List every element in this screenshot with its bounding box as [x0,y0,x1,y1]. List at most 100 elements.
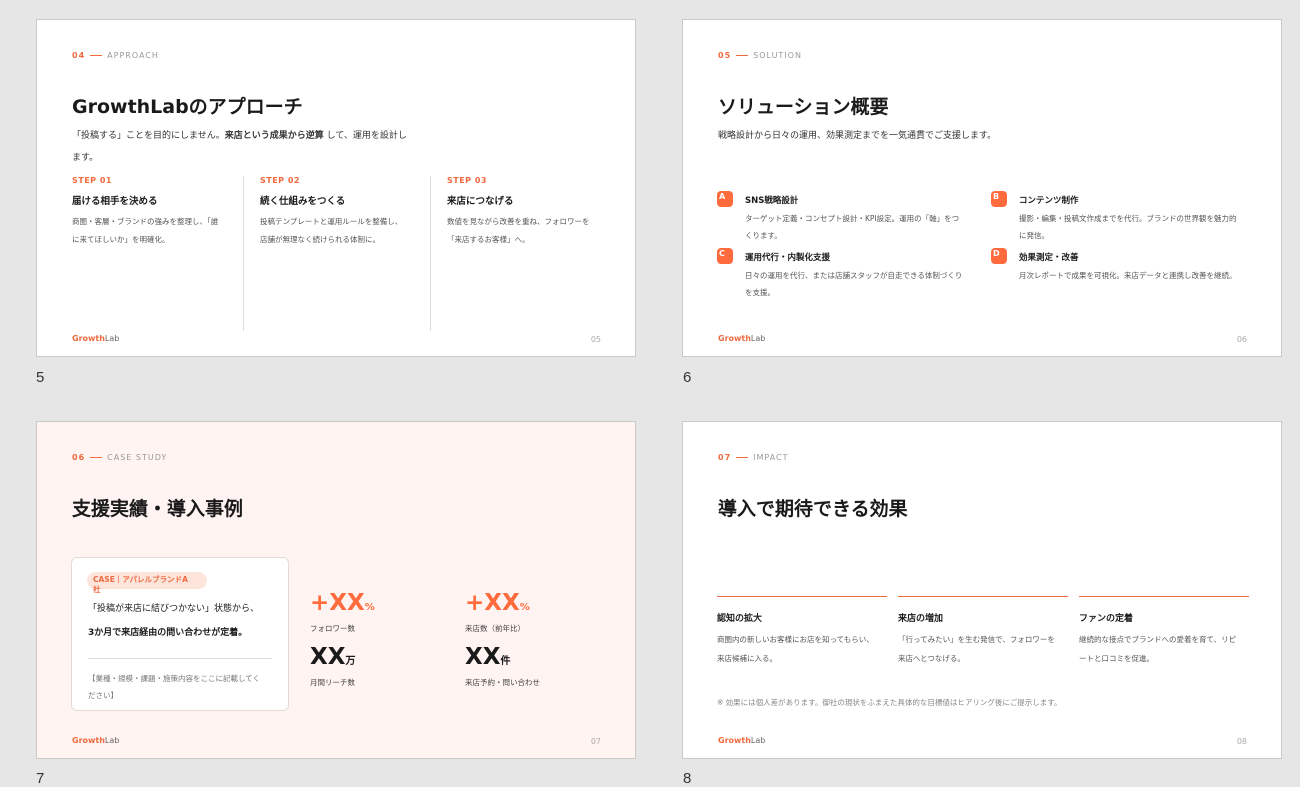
section-name: SOLUTION [753,51,802,60]
effect-text: 継続的な接点でブランドへの愛着を育て、リピ ートと口コミを促進。 [1079,630,1249,668]
page-number: 06 [1236,335,1247,344]
section-number: 07 [718,453,732,462]
kpi-label: フォロワー数 [310,624,355,633]
case-quote: 「投稿が来店に結びつかない」状態から、 [88,604,260,614]
section-label: 04 APPROACH [72,51,159,60]
solution-item-b: B コンテンツ制作 撮影・編集・投稿文作成までを代行。ブランドの世界観を魅力的に… [991,191,1246,244]
slide-thumbnail-8[interactable]: 07 IMPACT 導入で期待できる効果 認知の拡大 商圏内の新しいお客様にお店… [682,421,1282,759]
subtitle-text: 「投稿する」ことを目的にしません。 [72,131,225,141]
brand-growth: Growth [718,334,751,343]
solution-text: 撮影・編集・投稿文作成までを代行。ブランドの世界観を魅力的 に発信。 [1019,210,1246,244]
solution-heading: SNS戦略設計 [745,196,799,206]
page-number: 07 [590,737,601,746]
slide-thumbnail-7[interactable]: 06 CASE STUDY 支援実績・導入事例 CASE｜アパレルブランドA 社 … [36,421,636,759]
section-name: IMPACT [753,453,789,462]
solution-item-c: C 運用代行・内製化支援 日々の運用を代行、または店舗スタッフが自走できる体制づ… [717,248,972,301]
step-02: STEP 02 続く仕組みをつくる 投稿テンプレートと運用ルールを整備し、 店舗… [243,176,429,331]
step-label: STEP 01 [72,176,112,185]
section-name: CASE STUDY [107,453,168,462]
brand-logo: GrowthLab [72,334,119,343]
slide-subtitle: 戦略設計から日々の運用、効果測定までを一気通貫でご支援します。 [718,131,997,141]
step-text: 投稿テンプレートと運用ルールを整備し、 店舗が無理なく続けられる体制に。 [260,213,429,249]
brand-lab: Lab [104,334,120,343]
disclaimer: ※ 効果には個人差があります。御社の現状をふまえた具体的な目標値はヒアリング後に… [717,698,1062,707]
kpi-unit: % [364,602,375,613]
step-text-line: 投稿テンプレートと運用ルールを整備し、 [260,217,403,226]
solution-badge: B [991,191,1007,207]
kpi-label: 来店予約・問い合わせ [465,678,540,687]
thumbnail-number: 6 [683,369,692,386]
section-label: 06 CASE STUDY [72,453,167,462]
solution-badge: D [991,248,1007,264]
solution-badge: A [717,191,733,207]
kpi-label: 来店数（前年比） [465,624,525,633]
kpi-unit: 万 [345,656,356,667]
slide-subtitle: 「投稿する」ことを目的にしません。来店という成果から逆算 して、運用を設計し ま… [72,125,407,169]
step-03: STEP 03 来店につなげる 数値を見ながら改善を重ね、フォロワーを 「来店す… [430,176,610,331]
page-number: 05 [590,335,601,344]
effect-text: 商圏内の新しいお客様にお店を知ってもらい、 来店候補に入る。 [717,630,887,668]
section-name: APPROACH [107,51,159,60]
effect-text-line: 来店へとつなげる。 [898,654,965,663]
effect-awareness: 認知の拡大 商圏内の新しいお客様にお店を知ってもらい、 来店候補に入る。 [717,596,887,668]
step-text-line: 「来店するお客様」へ。 [447,235,530,244]
subtitle-text: して、運用を設計し [323,131,407,141]
kpi-value: +XX [465,590,520,616]
solution-heading: 効果測定・改善 [1019,253,1079,263]
effect-heading: ファンの定着 [1079,614,1134,624]
case-note-line: ださい】 [88,691,118,700]
case-tag: CASE｜アパレルブランドA 社 [87,572,207,594]
section-label: 05 SOLUTION [718,51,802,60]
section-label: 07 IMPACT [718,453,789,462]
slide-title: GrowthLabのアプローチ [72,96,303,118]
step-text-line: 店舗が無理なく続けられる体制に。 [260,235,380,244]
slide-thumbnail-5[interactable]: 04 APPROACH GrowthLabのアプローチ 「投稿する」ことを目的に… [36,19,636,357]
step-heading: 来店につなげる [447,196,514,207]
solution-item-d: D 効果測定・改善 月次レポートで成果を可視化。来店データと連携し改善を継続。 [991,248,1246,284]
solution-text-line: に発信。 [1019,231,1049,240]
effect-fans: ファンの定着 継続的な接点でブランドへの愛着を育て、リピ ートと口コミを促進。 [1079,596,1249,668]
brand-logo: GrowthLab [72,736,119,745]
kpi-reach: XX万 月間リーチ数 [310,644,355,688]
section-dash [736,457,749,458]
step-01: STEP 01 届ける相手を決める 商圏・客層・ブランドの強みを整理し、「誰 に… [72,176,242,331]
section-dash [90,457,103,458]
case-tag-line: CASE｜アパレルブランドA [93,575,188,584]
solution-text-line: 撮影・編集・投稿文作成までを代行。ブランドの世界観を魅力的 [1019,214,1237,223]
step-text: 数値を見ながら改善を重ね、フォロワーを 「来店するお客様」へ。 [447,213,610,249]
effect-text-line: 商圏内の新しいお客様にお店を知ってもらい、 [717,635,874,644]
section-number: 05 [718,51,732,60]
step-label: STEP 02 [260,176,300,185]
case-tag-line: 社 [93,585,101,594]
brand-lab: Lab [750,736,766,745]
slide-title: 支援実績・導入事例 [72,498,244,520]
case-card: CASE｜アパレルブランドA 社 「投稿が来店に結びつかない」状態から、 3か月で… [71,557,289,711]
effect-text-line: ートと口コミを促進。 [1079,654,1154,663]
kpi-unit: 件 [500,656,511,667]
effect-text: 「行ってみたい」を生む発信で、フォロワーを 来店へとつなげる。 [898,630,1068,668]
solution-heading: コンテンツ制作 [1019,196,1079,206]
brand-lab: Lab [104,736,120,745]
effect-text-line: 継続的な接点でブランドへの愛着を育て、リピ [1079,635,1237,644]
section-number: 04 [72,51,86,60]
kpi-unit: % [519,602,530,613]
brand-growth: Growth [72,736,105,745]
solution-text: 日々の運用を代行、または店舗スタッフが自走できる体制づくり を支援。 [745,267,972,301]
solution-text-line: を支援。 [745,288,775,297]
step-text-line: 商圏・客層・ブランドの強みを整理し、「誰 [72,217,219,226]
step-text: 商圏・客層・ブランドの強みを整理し、「誰 に来てほしいか」を明確化。 [72,213,242,249]
section-number: 06 [72,453,86,462]
case-note: 【業種・規模・課題・施策内容をここに記載してく ださい】 [88,670,278,704]
slide-thumbnail-6[interactable]: 05 SOLUTION ソリューション概要 戦略設計から日々の運用、効果測定まで… [682,19,1282,357]
step-label: STEP 03 [447,176,487,185]
solution-heading: 運用代行・内製化支援 [745,253,831,263]
effect-heading: 認知の拡大 [717,614,763,624]
solution-item-a: A SNS戦略設計 ターゲット定義・コンセプト設計・KPI設定。運用の「軸」をつ… [717,191,972,244]
brand-logo: GrowthLab [718,736,765,745]
slide-title: ソリューション概要 [718,96,889,118]
subtitle-text: ます。 [72,153,99,163]
case-note-line: 【業種・規模・課題・施策内容をここに記載してく [88,674,261,683]
effect-text-line: 来店候補に入る。 [717,654,777,663]
effect-visits: 来店の増加 「行ってみたい」を生む発信で、フォロワーを 来店へとつなげる。 [898,596,1068,668]
kpi-value: XX [465,644,501,670]
